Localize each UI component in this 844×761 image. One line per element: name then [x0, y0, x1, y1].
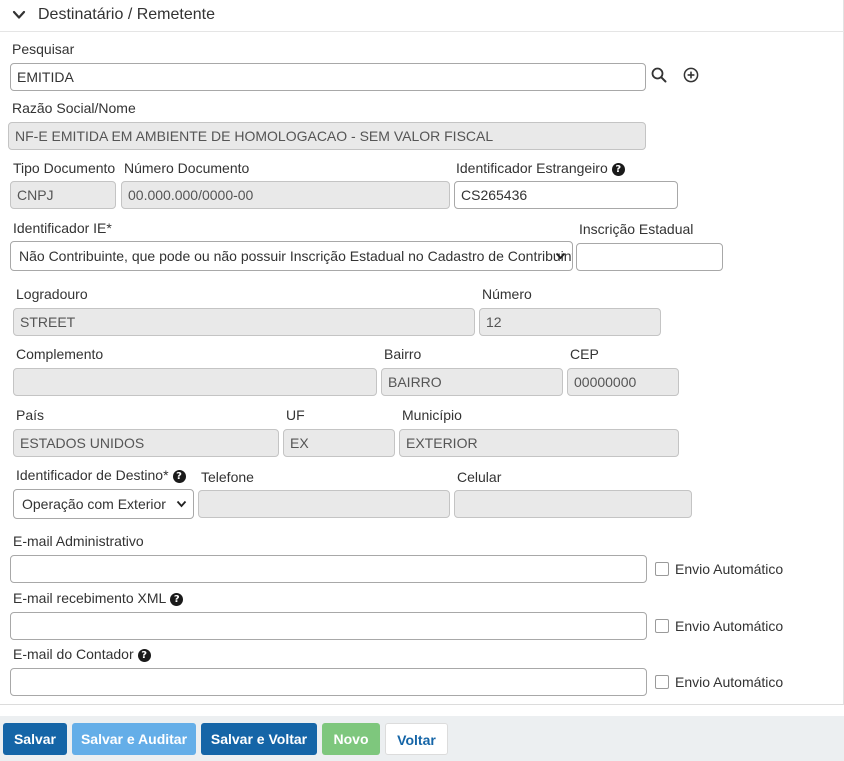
numero-documento-field[interactable]: 00.000.000/0000-00: [121, 181, 450, 209]
logradouro-label: Logradouro: [16, 286, 88, 302]
inscricao-estadual-field[interactable]: [576, 243, 723, 271]
search-icon[interactable]: [651, 67, 667, 83]
celular-field[interactable]: [454, 490, 692, 518]
uf-field[interactable]: EX: [283, 429, 395, 457]
help-icon[interactable]: ?: [611, 163, 625, 176]
cep-label: CEP: [570, 346, 599, 362]
email-xml-field[interactable]: [10, 612, 647, 640]
telefone-label: Telefone: [201, 469, 254, 485]
help-icon[interactable]: ?: [172, 470, 186, 483]
identificador-destino-label: Identificador de Destino*?: [16, 467, 186, 483]
email-xml-text: E-mail recebimento XML: [13, 590, 167, 606]
logradouro-field[interactable]: STREET: [13, 308, 475, 336]
select-arrow-icon: [176, 500, 187, 508]
identificador-ie-label: Identificador IE*: [13, 220, 112, 236]
email-admin-label: E-mail Administrativo: [13, 533, 144, 549]
identificador-destino-text: Identificador de Destino*: [16, 467, 169, 483]
celular-label: Celular: [457, 469, 502, 485]
email-admin-field[interactable]: [10, 555, 647, 583]
complemento-field[interactable]: [13, 368, 377, 396]
municipio-label: Município: [402, 407, 462, 423]
pais-field[interactable]: ESTADOS UNIDOS: [13, 429, 279, 457]
email-admin-auto-label[interactable]: Envio Automático: [675, 561, 783, 577]
email-xml-auto-checkbox[interactable]: [655, 619, 669, 633]
salvar-button[interactable]: Salvar: [3, 723, 67, 755]
email-contador-auto-checkbox[interactable]: [655, 675, 669, 689]
numero-field[interactable]: 12: [479, 308, 661, 336]
municipio-field[interactable]: EXTERIOR: [399, 429, 679, 457]
email-contador-label: E-mail do Contador?: [13, 646, 151, 662]
help-icon[interactable]: ?: [137, 649, 151, 662]
email-contador-field[interactable]: [10, 668, 647, 696]
identificador-destino-value: Operação com Exterior: [22, 496, 166, 512]
identificador-ie-value: Não Contribuinte, que pode ou não possui…: [19, 248, 572, 264]
novo-button[interactable]: Novo: [322, 723, 380, 755]
salvar-auditar-button[interactable]: Salvar e Auditar: [72, 723, 196, 755]
help-icon[interactable]: ?: [170, 593, 184, 606]
cep-field[interactable]: 00000000: [567, 368, 679, 396]
identificador-ie-select[interactable]: Não Contribuinte, que pode ou não possui…: [10, 241, 573, 271]
identificador-estrangeiro-field[interactable]: CS265436: [454, 181, 678, 209]
razao-social-label: Razão Social/Nome: [12, 100, 136, 116]
email-admin-auto-checkbox[interactable]: [655, 562, 669, 576]
search-input[interactable]: EMITIDA: [10, 63, 646, 91]
telefone-field[interactable]: [198, 490, 450, 518]
search-label: Pesquisar: [12, 41, 75, 57]
identificador-estrangeiro-text: Identificador Estrangeiro: [456, 160, 608, 176]
inscricao-estadual-label: Inscrição Estadual: [579, 221, 694, 237]
email-contador-text: E-mail do Contador: [13, 646, 134, 662]
chevron-down-icon[interactable]: [12, 9, 26, 21]
tipo-documento-label: Tipo Documento: [13, 160, 116, 176]
panel-title: Destinatário / Remetente: [38, 6, 215, 23]
numero-documento-label: Número Documento: [124, 160, 250, 176]
email-contador-auto-label[interactable]: Envio Automático: [675, 674, 783, 690]
razao-social-field[interactable]: NF-E EMITIDA EM AMBIENTE DE HOMOLOGACAO …: [8, 122, 646, 150]
bairro-label: Bairro: [384, 346, 422, 362]
select-arrow-icon: [555, 252, 566, 260]
pais-label: País: [16, 407, 45, 423]
tipo-documento-field[interactable]: CNPJ: [10, 181, 116, 209]
identificador-destino-select[interactable]: Operação com Exterior: [13, 489, 194, 519]
email-xml-label: E-mail recebimento XML?: [13, 590, 184, 606]
complemento-label: Complemento: [16, 346, 104, 362]
salvar-voltar-button[interactable]: Salvar e Voltar: [201, 723, 317, 755]
bairro-field[interactable]: BAIRRO: [381, 368, 563, 396]
voltar-button[interactable]: Voltar: [385, 723, 448, 755]
uf-label: UF: [286, 407, 305, 423]
numero-label: Número: [482, 286, 532, 302]
add-circle-icon[interactable]: [683, 67, 699, 83]
identificador-estrangeiro-label: Identificador Estrangeiro?: [456, 160, 625, 176]
email-xml-auto-label[interactable]: Envio Automático: [675, 618, 783, 634]
panel-header[interactable]: Destinatário / Remetente: [0, 0, 844, 32]
